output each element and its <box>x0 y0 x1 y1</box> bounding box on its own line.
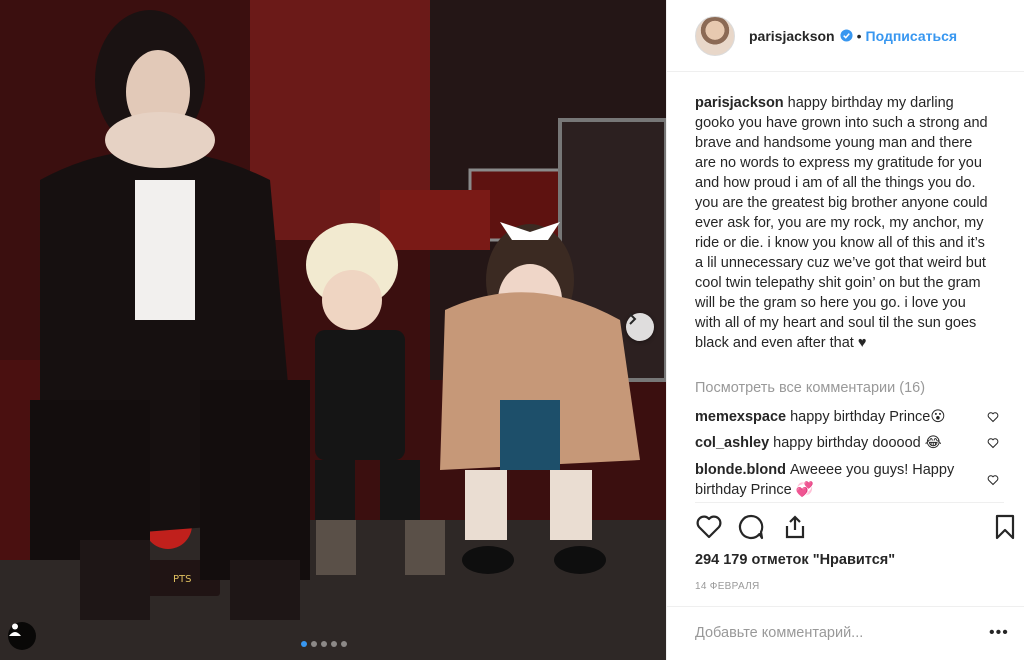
chevron-right-icon <box>629 313 637 325</box>
comment-text: happy birthday Prince😮 <box>790 409 946 425</box>
user-tag-icon <box>9 623 21 636</box>
comment-username[interactable]: col_ashley <box>695 435 769 451</box>
comment-username[interactable]: memexspace <box>695 409 786 425</box>
header-separator: • <box>856 27 862 44</box>
bookmark-icon[interactable] <box>991 513 1019 541</box>
heart-icon[interactable] <box>695 513 723 541</box>
more-options-button[interactable]: ••• <box>989 624 1009 642</box>
post-header: parisjackson • Подписаться <box>667 0 1024 72</box>
post-caption: parisjackson happy birthday my darling go… <box>695 93 995 353</box>
comment-username[interactable]: blonde.blond <box>695 462 786 478</box>
carousel-dot <box>321 641 327 647</box>
post-date: 14 февраля <box>695 581 760 592</box>
photo-sign-text: PTS <box>173 574 192 585</box>
comment-text: happy birthday dooood 😂 <box>773 435 942 451</box>
carousel-dot <box>341 641 347 647</box>
share-icon[interactable] <box>781 513 809 541</box>
verified-badge-icon <box>840 29 853 42</box>
post-sidebar: parisjackson • Подписаться parisjackson h… <box>666 0 1024 660</box>
comment-item: col_ashley happy birthday dooood 😂 <box>695 433 975 453</box>
caption-username[interactable]: parisjackson <box>695 95 784 111</box>
comment-item: memexspace happy birthday Prince😮 <box>695 407 975 427</box>
user-tag-button[interactable] <box>8 622 36 650</box>
comment-like-icon[interactable] <box>987 474 999 486</box>
post-photo[interactable]: PTS <box>0 0 666 660</box>
divider <box>667 606 1024 607</box>
carousel-dot <box>311 641 317 647</box>
carousel-dot <box>331 641 337 647</box>
likes-count[interactable]: 294 179 отметок "Нравится" <box>695 552 895 568</box>
comment-item: blonde.blond Aweeee you guys! Happy birth… <box>695 460 965 500</box>
photo-illustration: PTS <box>0 0 666 660</box>
avatar[interactable] <box>695 15 735 56</box>
comment-bubble-icon[interactable] <box>737 513 765 541</box>
carousel-dot <box>301 641 307 647</box>
divider <box>695 502 1004 503</box>
comment-like-icon[interactable] <box>987 437 999 449</box>
post-author-username[interactable]: parisjackson <box>749 28 835 44</box>
follow-button[interactable]: Подписаться <box>866 28 958 44</box>
view-all-comments-link[interactable]: Посмотреть все комментарии (16) <box>695 380 925 396</box>
carousel-indicator <box>301 641 347 647</box>
caption-text: happy birthday my darling gooko you have… <box>695 95 988 351</box>
add-comment-input[interactable] <box>695 620 975 646</box>
comment-like-icon[interactable] <box>987 411 999 423</box>
carousel-next-button[interactable] <box>626 313 654 341</box>
post-actions <box>695 513 1024 543</box>
